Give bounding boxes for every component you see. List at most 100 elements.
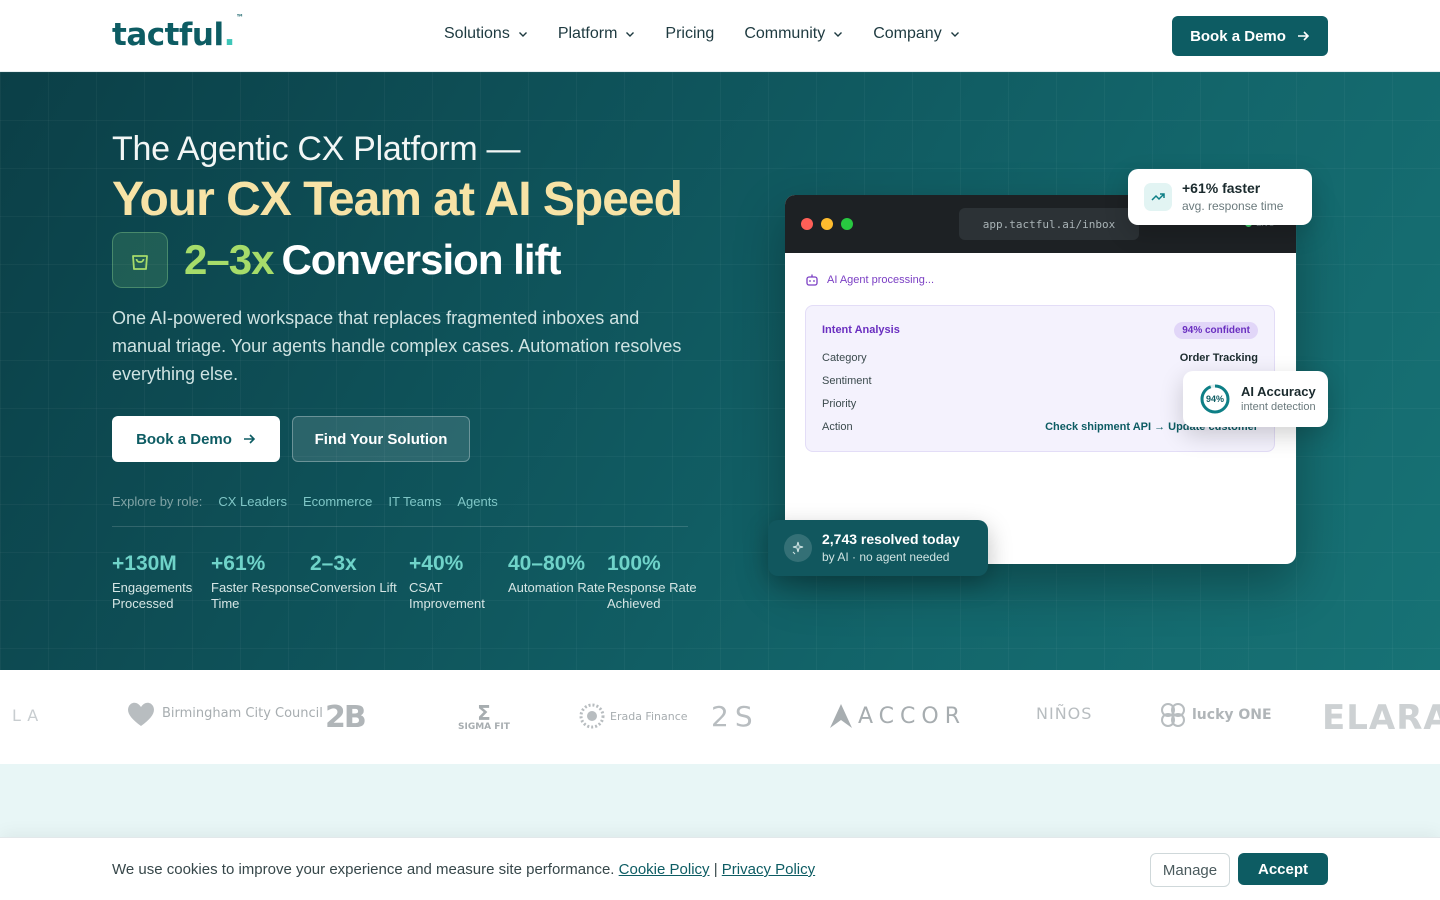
- book-demo-nav-button[interactable]: Book a Demo: [1172, 16, 1328, 56]
- stat-label: Conversion Lift: [310, 580, 397, 595]
- stat-item: 2–3x Conversion Lift: [310, 552, 409, 612]
- find-solution-label: Find Your Solution: [314, 430, 448, 448]
- trending-up-icon: [1144, 183, 1172, 211]
- role-link-agents[interactable]: Agents: [457, 494, 497, 509]
- nav-item-label: Company: [873, 25, 942, 42]
- logo-lucky-text: lucky ONE: [1192, 707, 1272, 723]
- nav-item-community[interactable]: Community: [744, 25, 843, 43]
- cookie-message-row: We use cookies to improve your experienc…: [112, 861, 815, 878]
- logo-sigma-text: SIGMA FIT: [458, 722, 510, 732]
- intent-title: Intent Analysis: [822, 324, 900, 336]
- logo-dot: .: [223, 17, 236, 53]
- intent-row-key: Sentiment: [822, 375, 872, 387]
- logo-2b: 2B: [325, 700, 367, 735]
- manage-cookies-button[interactable]: Manage: [1150, 853, 1230, 887]
- nav-item-pricing[interactable]: Pricing: [665, 25, 714, 43]
- hero-subtitle: One AI-powered workspace that replaces f…: [112, 308, 682, 384]
- explore-by-role: Explore by role: CX Leaders Ecommerce IT…: [112, 494, 514, 509]
- role-link-ecommerce[interactable]: Ecommerce: [303, 494, 372, 509]
- resolved-subtitle: by AI · no agent needed: [822, 550, 950, 564]
- resolved-today-badge: 2,743 resolved today by AI · no agent ne…: [768, 520, 988, 576]
- book-demo-label: Book a Demo: [1190, 27, 1286, 45]
- chevron-down-icon: [834, 32, 843, 37]
- stat-label: Automation Rate: [508, 580, 605, 595]
- main-menu: Solutions Platform Pricing Community Com…: [444, 25, 990, 43]
- nav-item-label: Community: [744, 25, 826, 42]
- nav-item-company[interactable]: Company: [873, 25, 959, 43]
- chevron-down-icon: [626, 32, 635, 37]
- shopping-bag-icon: [112, 232, 168, 288]
- conversion-number: 2–3x: [184, 236, 274, 283]
- chevron-down-icon: [950, 32, 959, 37]
- logo-erada-text: Erada Finance: [610, 709, 688, 723]
- intent-row: Category Order Tracking: [822, 352, 1258, 364]
- logo-la: LA: [12, 706, 45, 725]
- faster-response-badge: +61% faster avg. response time: [1128, 169, 1312, 225]
- nav-item-label: Pricing: [665, 25, 715, 42]
- stat-value: 2–3x: [310, 552, 357, 575]
- logo-birmingham: Birmingham City Council: [124, 700, 323, 728]
- arrow-right-icon: [243, 434, 256, 444]
- accept-cookies-button[interactable]: Accept: [1238, 853, 1328, 885]
- sparkles-icon: [784, 534, 812, 562]
- cookie-policy-link[interactable]: Cookie Policy: [619, 861, 710, 878]
- stat-label: Response Rate Achieved: [607, 580, 697, 611]
- logo-accor: ACCOR: [828, 702, 966, 730]
- logo-birmingham-text: Birmingham City Council: [162, 706, 323, 721]
- ai-processing-status: AI Agent processing...: [805, 273, 934, 287]
- stat-label: Faster Response Time: [211, 580, 310, 611]
- stat-item: 40–80% Automation Rate: [508, 552, 607, 612]
- book-demo-button[interactable]: Book a Demo: [112, 416, 280, 462]
- conversion-lift-row: 2–3x Conversion lift: [112, 232, 561, 288]
- ai-accuracy-badge: 94% AI Accuracy intent detection: [1183, 371, 1328, 427]
- intent-row-key: Priority: [822, 398, 857, 410]
- stat-label: CSAT Improvement: [409, 580, 485, 611]
- stat-value: +61%: [211, 552, 266, 575]
- processing-label: AI Agent processing...: [827, 274, 935, 286]
- clover-logo-icon: [1161, 703, 1185, 727]
- customer-logo-strip: LA Birmingham City Council 2B Σ SIGMA FI…: [0, 670, 1440, 764]
- mockup-url-bar: app.tactful.ai/inbox: [959, 208, 1139, 240]
- arrow-right-icon: [1297, 31, 1310, 41]
- stat-label: Engagements Processed: [112, 580, 193, 611]
- role-link-it-teams[interactable]: IT Teams: [388, 494, 441, 509]
- accuracy-percent: 94%: [1205, 394, 1224, 404]
- hero-headline: Your CX Team at AI Speed: [112, 173, 683, 226]
- stat-item: +40% CSAT Improvement: [409, 552, 508, 612]
- cookie-message: We use cookies to improve your experienc…: [112, 861, 615, 878]
- nav-item-solutions[interactable]: Solutions: [444, 25, 528, 43]
- stat-value: 100%: [607, 552, 661, 575]
- maximize-dot-icon: [841, 218, 853, 230]
- top-navbar: tactful.™ Solutions Platform Pricing Com…: [0, 0, 1440, 72]
- cookie-banner: We use cookies to improve your experienc…: [0, 837, 1440, 900]
- heart-logo-icon: [128, 702, 154, 726]
- nav-item-label: Solutions: [444, 25, 510, 42]
- intent-row-key: Category: [822, 352, 867, 364]
- logo-ninos: NIÑOS: [1036, 704, 1093, 723]
- logo-accor-text: ACCOR: [858, 703, 966, 729]
- faster-title: +61% faster: [1182, 180, 1261, 196]
- chevron-down-icon: [518, 32, 527, 37]
- role-link-cx-leaders[interactable]: CX Leaders: [218, 494, 287, 509]
- stat-value: +130M: [112, 552, 177, 575]
- confidence-badge: 94% confident: [1174, 322, 1258, 339]
- roles-label: Explore by role:: [112, 494, 203, 509]
- robot-icon: [806, 274, 818, 286]
- intent-row-value: Order Tracking: [1179, 352, 1258, 364]
- policy-separator: |: [713, 861, 718, 878]
- hero-section: The Agentic CX Platform — Your CX Team a…: [0, 72, 1440, 670]
- logo-text: tactful: [112, 17, 224, 53]
- accuracy-title: AI Accuracy: [1241, 384, 1316, 399]
- logo-lucky-one: lucky ONE: [1158, 700, 1272, 730]
- stat-value: +40%: [409, 552, 464, 575]
- stats-row: +130M Engagements Processed +61% Faster Re…: [112, 552, 706, 612]
- privacy-policy-link[interactable]: Privacy Policy: [722, 861, 815, 878]
- stat-item: +61% Faster Response Time: [211, 552, 310, 612]
- tactful-logo[interactable]: tactful.™: [112, 13, 244, 53]
- logo-sigma-fit: Σ SIGMA FIT: [458, 703, 510, 732]
- hero-kicker: The Agentic CX Platform —: [112, 130, 521, 168]
- nav-item-platform[interactable]: Platform: [558, 25, 636, 43]
- find-solution-button[interactable]: Find Your Solution: [292, 416, 470, 462]
- minimize-dot-icon: [821, 218, 833, 230]
- conversion-text: Conversion lift: [281, 236, 561, 283]
